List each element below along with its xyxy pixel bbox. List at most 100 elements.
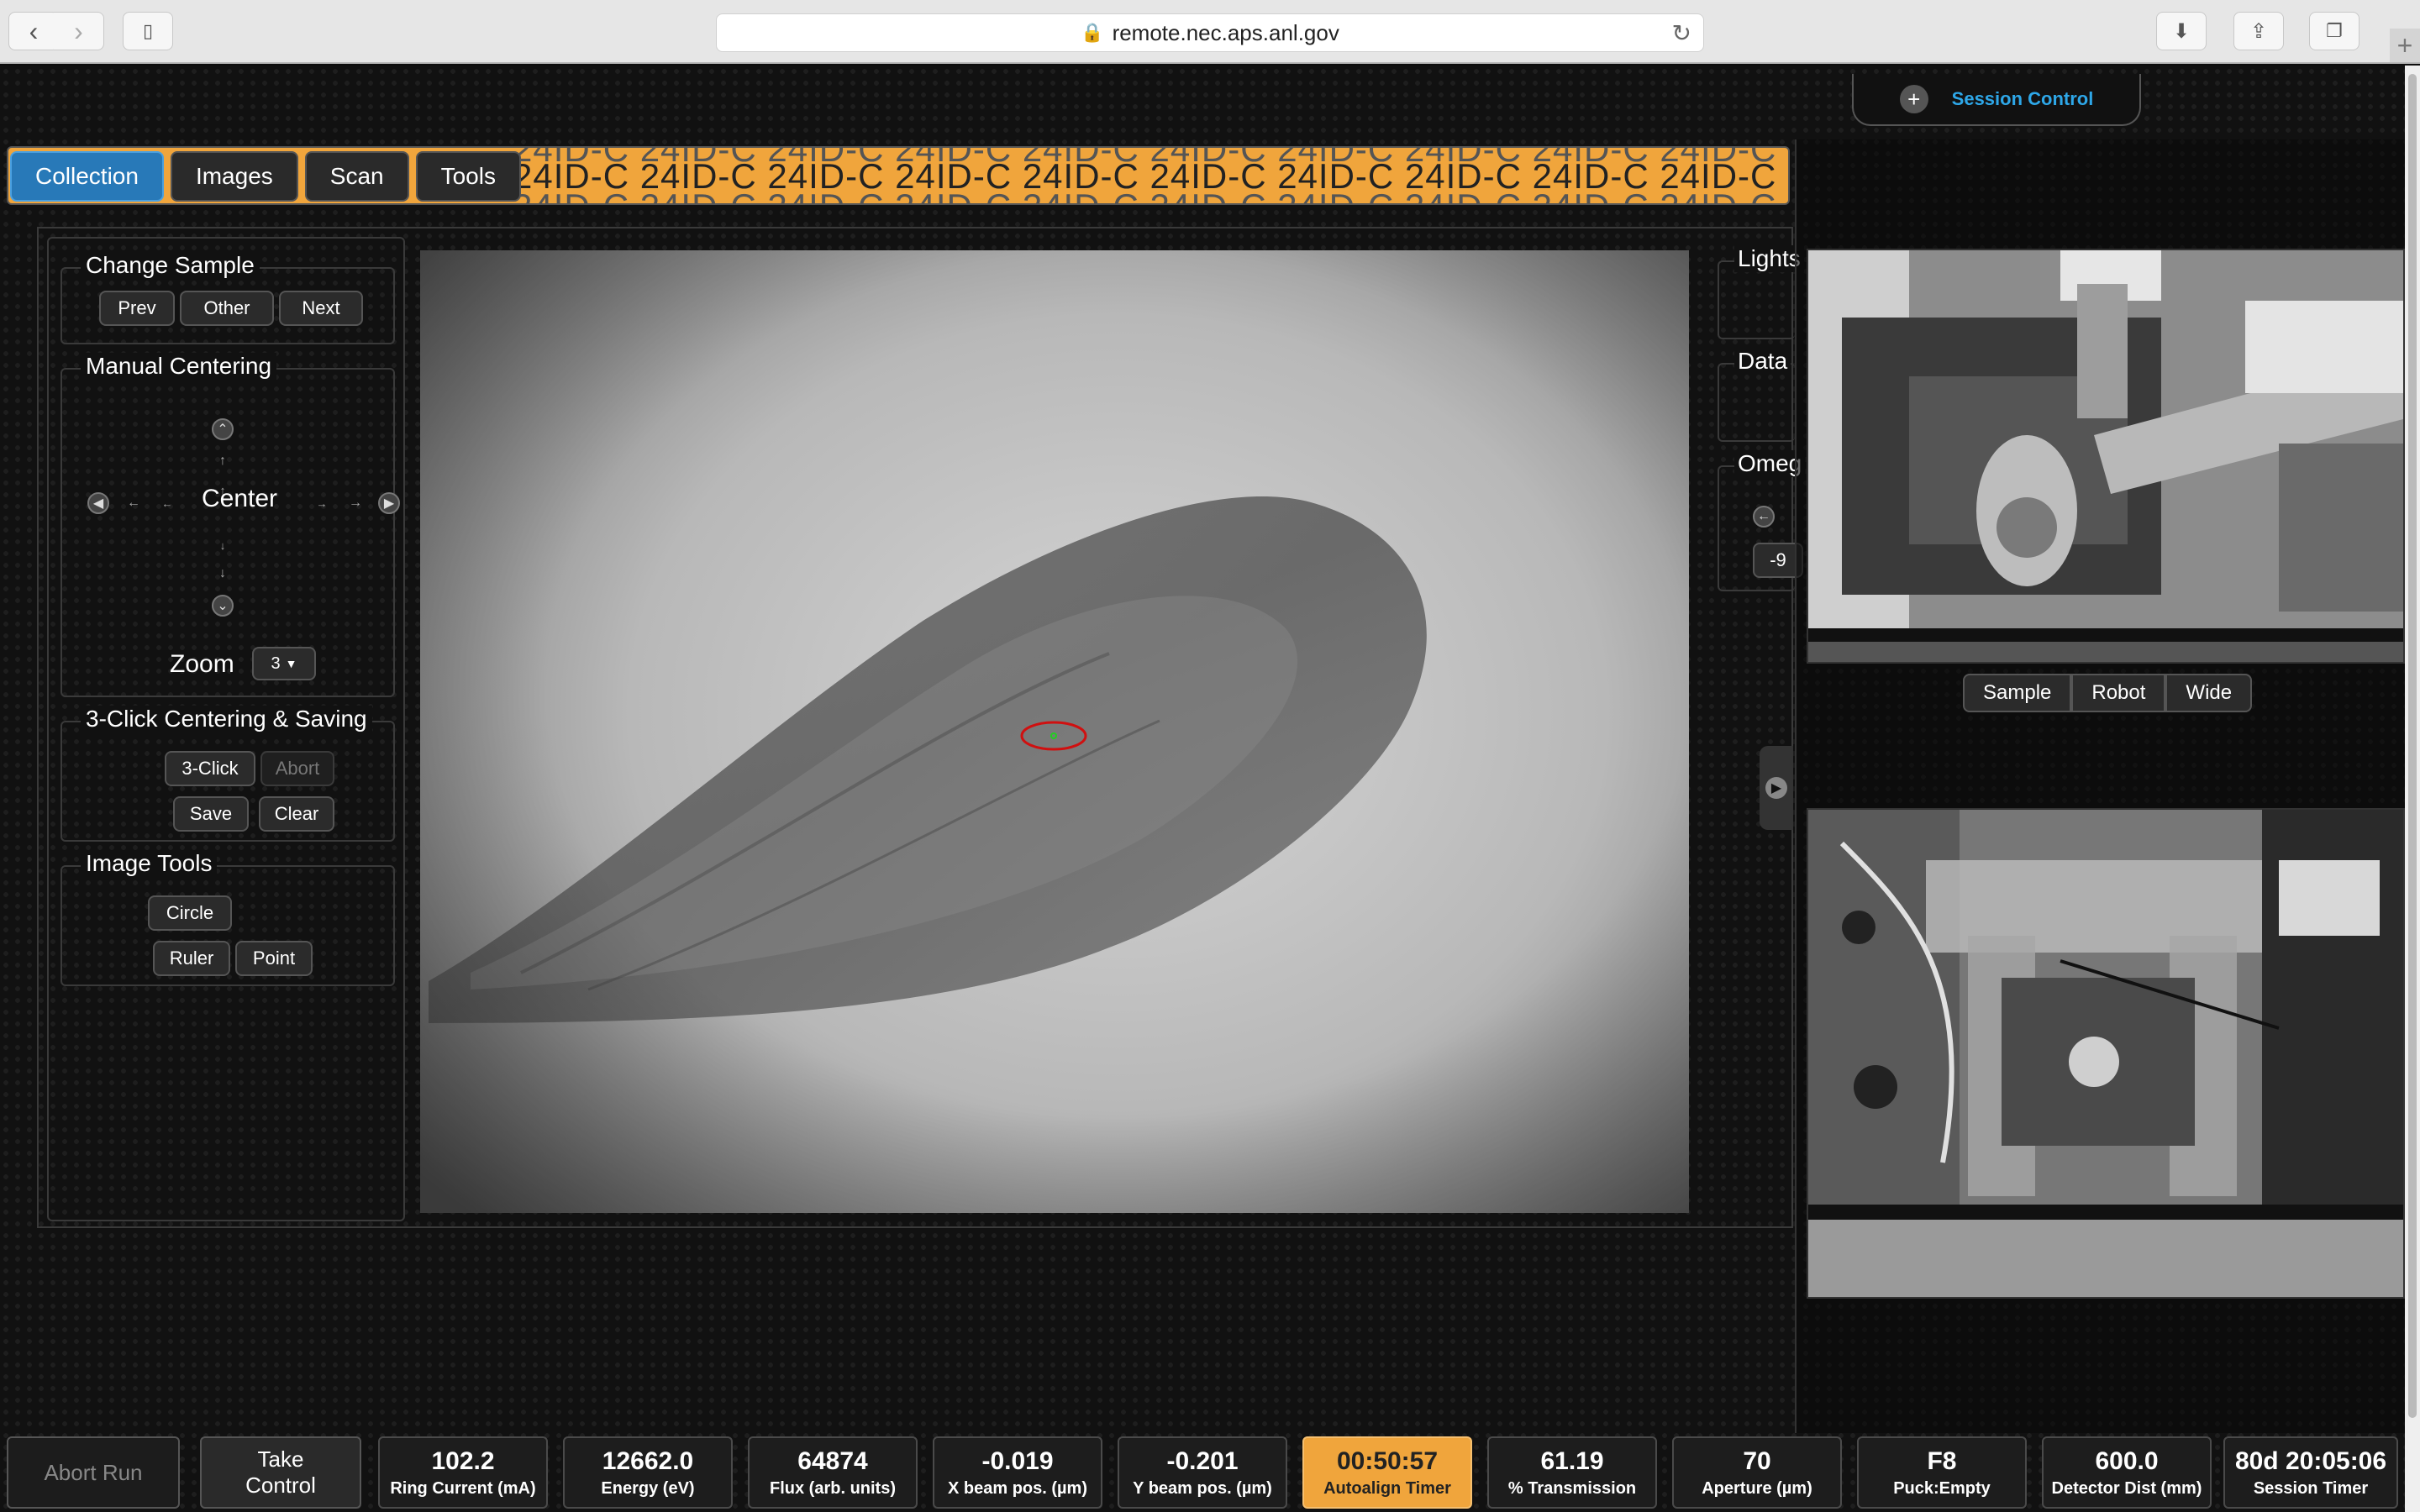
- move-down-large-icon[interactable]: ⌄: [212, 595, 234, 617]
- three-click-button[interactable]: 3-Click: [165, 751, 255, 786]
- scrollbar-thumb[interactable]: [2408, 74, 2417, 1418]
- url-text: remote.nec.aps.anl.gov: [1112, 19, 1339, 45]
- share-button[interactable]: ⇪: [2233, 12, 2284, 50]
- abort-run-button[interactable]: Abort Run: [7, 1436, 180, 1509]
- move-down-medium-icon[interactable]: ↓: [212, 563, 234, 585]
- ring-current-label: Ring Current (mA): [390, 1478, 536, 1498]
- sample-camera-view[interactable]: [420, 250, 1689, 1213]
- forward-button[interactable]: ›: [54, 12, 104, 50]
- new-tab-button[interactable]: +: [2390, 29, 2420, 62]
- share-icon: ⇪: [2249, 19, 2268, 43]
- session-control-tab[interactable]: + Session Control: [1852, 74, 2141, 126]
- downloads-button[interactable]: ⬇: [2156, 12, 2207, 50]
- manual-centering-title: Manual Centering: [81, 353, 277, 380]
- plus-circle-icon: +: [1899, 85, 1928, 113]
- back-button[interactable]: ‹: [8, 12, 59, 50]
- robot-camera-image: [1808, 250, 2403, 662]
- sidebar-toggle-button[interactable]: ▯: [123, 12, 173, 50]
- y-beam-pos-value: -0.201: [1166, 1446, 1239, 1475]
- x-beam-pos-value: -0.019: [981, 1446, 1054, 1475]
- wide-camera-image: [1808, 810, 2403, 1297]
- point-tool-button[interactable]: Point: [235, 941, 313, 976]
- save-button[interactable]: Save: [173, 796, 249, 832]
- move-up-large-icon[interactable]: ⌃: [212, 418, 234, 440]
- caret-down-icon: ▼: [285, 657, 297, 670]
- stat-puck: F8 Puck:Empty: [1857, 1436, 2027, 1509]
- tab-tools[interactable]: Tools: [415, 151, 521, 202]
- move-left-large-icon[interactable]: ◀: [87, 492, 109, 514]
- reload-icon[interactable]: ↻: [1672, 19, 1691, 47]
- circle-tool-button[interactable]: Circle: [148, 895, 232, 931]
- aperture-value: 70: [1743, 1446, 1771, 1475]
- video-tab-sample[interactable]: Sample: [1963, 674, 2072, 712]
- change-sample-group: Change Sample Prev Other Next: [60, 252, 395, 344]
- detector-dist-value: 600.0: [2095, 1446, 2159, 1475]
- session-timer-value: 80d 20:05:06: [2234, 1446, 2387, 1475]
- sample-loop-image: [420, 250, 1689, 1213]
- energy-value: 12662.0: [602, 1446, 694, 1475]
- next-sample-button[interactable]: Next: [279, 291, 363, 326]
- x-beam-pos-label: X beam pos. (µm): [948, 1478, 1087, 1498]
- move-right-small-icon[interactable]: →: [311, 492, 333, 514]
- tab-scan[interactable]: Scan: [304, 151, 409, 202]
- chevron-right-icon: ›: [74, 15, 83, 46]
- take-control-button[interactable]: Take Control: [200, 1436, 361, 1509]
- video-tab-robot[interactable]: Robot: [2071, 674, 2166, 712]
- prev-sample-button[interactable]: Prev: [99, 291, 175, 326]
- other-sample-button[interactable]: Other: [180, 291, 274, 326]
- stat-ring-current: 102.2 Ring Current (mA): [378, 1436, 548, 1509]
- wide-camera-view[interactable]: [1807, 808, 2405, 1299]
- flux-value: 64874: [797, 1446, 868, 1475]
- zoom-label: Zoom: [170, 650, 234, 678]
- chevron-left-icon: ‹: [29, 15, 39, 46]
- sidebar-icon: ▯: [142, 20, 154, 41]
- download-icon: ⬇: [2172, 19, 2191, 43]
- tabs-overview-button[interactable]: ❐: [2309, 12, 2360, 50]
- stat-autoalign-timer: 00:50:57 Autoalign Timer: [1302, 1436, 1472, 1509]
- abort-centering-button[interactable]: Abort: [260, 751, 334, 786]
- puck-label: Puck:Empty: [1893, 1478, 1991, 1498]
- session-control-label: Session Control: [1951, 88, 2094, 109]
- lights-group: [1718, 260, 1795, 339]
- stat-y-beam-pos: -0.201 Y beam pos. (µm): [1118, 1436, 1287, 1509]
- move-right-medium-icon[interactable]: →: [345, 492, 366, 514]
- lights-title: Lights: [1734, 245, 1804, 272]
- panel-toggle-button[interactable]: ▶: [1760, 746, 1793, 830]
- move-down-small-icon[interactable]: ↓: [212, 534, 234, 556]
- center-button[interactable]: Center: [202, 485, 277, 513]
- stat-x-beam-pos: -0.019 X beam pos. (µm): [933, 1436, 1102, 1509]
- browser-toolbar: ‹ › ▯ 🔒 remote.nec.aps.anl.gov ↻ ⬇ ⇪ ❐ +: [0, 0, 2420, 64]
- zoom-select[interactable]: 3 ▼: [252, 647, 316, 680]
- session-timer-label: Session Timer: [2253, 1478, 2369, 1498]
- move-right-large-icon[interactable]: ▶: [378, 492, 400, 514]
- stat-aperture: 70 Aperture (µm): [1672, 1436, 1842, 1509]
- clear-button[interactable]: Clear: [259, 796, 334, 832]
- banner-text-bottom: 24ID-C 24ID-C 24ID-C 24ID-C 24ID-C 24ID-…: [513, 186, 1788, 203]
- flux-label: Flux (arb. units): [770, 1478, 896, 1498]
- autoalign-timer-label: Autoalign Timer: [1323, 1478, 1451, 1498]
- puck-value: F8: [1927, 1446, 1957, 1475]
- move-left-medium-icon[interactable]: ←: [123, 492, 145, 514]
- video-tab-wide[interactable]: Wide: [2165, 674, 2253, 712]
- move-up-medium-icon[interactable]: ↑: [212, 450, 234, 472]
- tab-images[interactable]: Images: [170, 151, 298, 202]
- page-scrollbar[interactable]: [2405, 66, 2420, 1512]
- image-tools-title: Image Tools: [81, 850, 218, 877]
- address-bar[interactable]: 🔒 remote.nec.aps.anl.gov ↻: [716, 13, 1704, 52]
- chevron-right-circle-icon: ▶: [1765, 777, 1787, 799]
- tab-collection[interactable]: Collection: [10, 151, 164, 202]
- energy-label: Energy (eV): [601, 1478, 695, 1498]
- ring-current-value: 102.2: [431, 1446, 495, 1475]
- left-control-panel: Change Sample Prev Other Next Manual Cen…: [47, 237, 405, 1221]
- transmission-label: % Transmission: [1507, 1478, 1637, 1498]
- aperture-label: Aperture (µm): [1702, 1478, 1812, 1498]
- status-bar: Abort Run Take Control 102.2 Ring Curren…: [0, 1430, 2405, 1512]
- move-left-small-icon[interactable]: ←: [156, 492, 178, 514]
- data-title: Data: [1734, 348, 1791, 375]
- ruler-tool-button[interactable]: Ruler: [153, 941, 230, 976]
- robot-camera-view[interactable]: [1807, 249, 2405, 664]
- lock-icon: 🔒: [1081, 22, 1104, 43]
- manual-centering-group: Manual Centering ⌃ ↑ ↑ ◀ ← ← Center → → …: [60, 353, 400, 697]
- omega-left-icon[interactable]: ←: [1753, 506, 1775, 528]
- three-click-title: 3-Click Centering & Saving: [81, 706, 372, 732]
